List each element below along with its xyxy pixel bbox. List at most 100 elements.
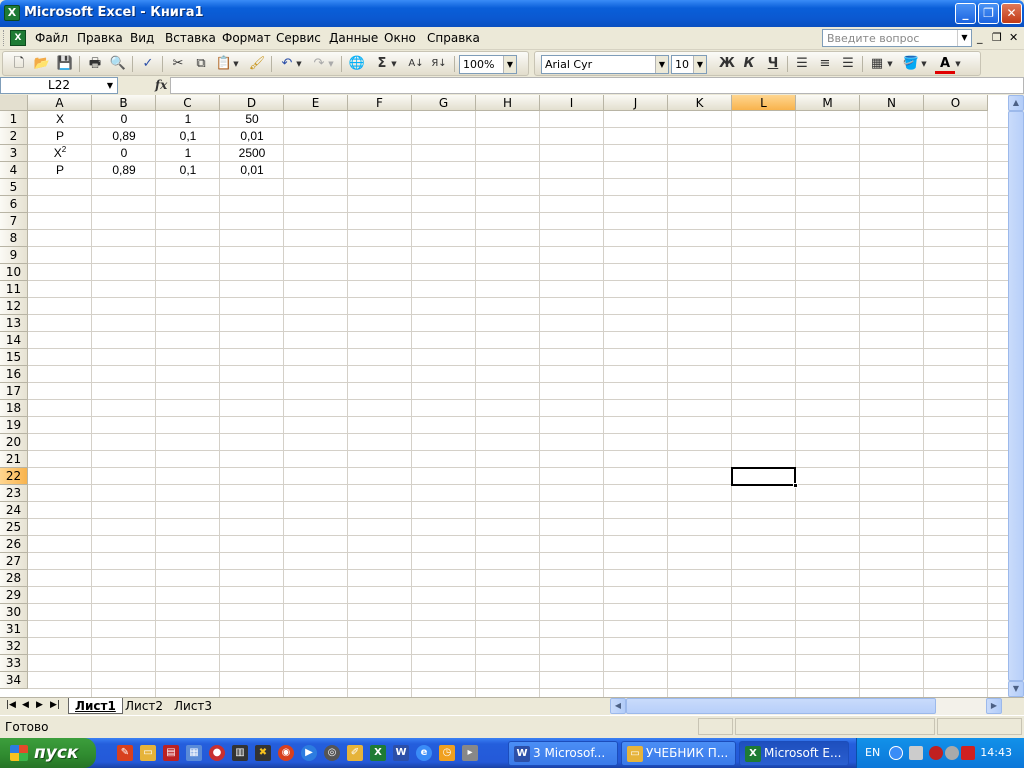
format-painter-icon[interactable]: 🖌 xyxy=(247,55,267,73)
tray-speaker-icon[interactable] xyxy=(945,746,959,760)
sheet-tab-1[interactable]: Лист1 xyxy=(68,698,123,714)
tray-bluetooth-icon[interactable] xyxy=(929,746,943,760)
menu-tools[interactable]: Сервис xyxy=(276,31,321,45)
active-cell-l22[interactable] xyxy=(731,467,798,488)
task-button-excel[interactable]: X Microsoft E... xyxy=(739,741,849,766)
next-sheet-icon[interactable]: ▶ xyxy=(36,700,43,710)
row-header-23[interactable]: 23 xyxy=(0,485,28,502)
scroll-right-icon[interactable]: ▶ xyxy=(986,698,1002,714)
copy-icon[interactable]: ⧉ xyxy=(191,55,211,73)
align-center-icon[interactable]: ≡ xyxy=(815,55,835,73)
menu-file[interactable]: Файл xyxy=(35,31,68,45)
redo-dropdown-icon[interactable]: ▼ xyxy=(326,55,336,73)
row-header-8[interactable]: 8 xyxy=(0,230,28,247)
minimize-button[interactable]: _ xyxy=(955,3,976,24)
column-header-k[interactable]: K xyxy=(668,95,732,111)
cell-b2[interactable]: 0,89 xyxy=(92,128,156,145)
scroll-left-icon[interactable]: ◀ xyxy=(610,698,626,714)
row-header-15[interactable]: 15 xyxy=(0,349,28,366)
cell-a1[interactable]: X xyxy=(28,111,92,128)
row-header-28[interactable]: 28 xyxy=(0,570,28,587)
column-header-o[interactable]: O xyxy=(924,95,988,111)
hyperlink-icon[interactable]: 🌐 xyxy=(347,55,367,73)
spreadsheet-grid[interactable]: A B C D E F G H I J K L M N O 1 2 3 4 5 6 7 8 9 10 11 12 13 14 15 16 17… xyxy=(0,95,1008,697)
row-header-29[interactable]: 29 xyxy=(0,587,28,604)
menu-insert[interactable]: Вставка xyxy=(165,31,216,45)
quicklaunch-pencil-icon[interactable]: ✎ xyxy=(117,745,133,761)
tray-antivirus-icon[interactable] xyxy=(961,746,975,760)
doc-restore-button[interactable]: ❐ xyxy=(992,31,1002,44)
column-header-g[interactable]: G xyxy=(412,95,476,111)
excel-app-icon[interactable]: X xyxy=(4,5,20,21)
column-header-e[interactable]: E xyxy=(284,95,348,111)
first-sheet-icon[interactable]: |◀ xyxy=(6,700,16,710)
row-header-10[interactable]: 10 xyxy=(0,264,28,281)
font-size-select[interactable]: 10 ▼ xyxy=(671,55,707,74)
font-color-dropdown-icon[interactable]: ▼ xyxy=(953,55,963,73)
row-header-12[interactable]: 12 xyxy=(0,298,28,315)
borders-icon[interactable]: ▦ xyxy=(867,55,887,73)
column-header-n[interactable]: N xyxy=(860,95,924,111)
autosum-dropdown-icon[interactable]: ▼ xyxy=(389,55,399,73)
cell-c4[interactable]: 0,1 xyxy=(156,162,220,179)
print-icon[interactable]: 🖶 xyxy=(85,55,105,73)
row-header-6[interactable]: 6 xyxy=(0,196,28,213)
restore-button[interactable]: ❐ xyxy=(978,3,999,24)
cell-d3[interactable]: 2500 xyxy=(220,145,284,162)
tray-network-icon[interactable] xyxy=(909,746,923,760)
column-header-a[interactable]: A xyxy=(28,95,92,111)
quicklaunch-ie-icon[interactable]: e xyxy=(416,745,432,761)
menu-view[interactable]: Вид xyxy=(130,31,154,45)
help-dropdown-arrow[interactable]: ▼ xyxy=(957,30,971,46)
close-button[interactable]: ✕ xyxy=(1001,3,1022,24)
language-indicator[interactable]: EN xyxy=(865,746,880,759)
row-header-31[interactable]: 31 xyxy=(0,621,28,638)
sort-ascending-icon[interactable]: A↓ xyxy=(406,55,426,73)
row-header-9[interactable]: 9 xyxy=(0,247,28,264)
cell-a2[interactable]: P xyxy=(28,128,92,145)
spelling-icon[interactable]: ✓ xyxy=(138,55,158,73)
menu-data[interactable]: Данные xyxy=(329,31,378,45)
quicklaunch-x-icon[interactable]: ✖ xyxy=(255,745,271,761)
row-header-4[interactable]: 4 xyxy=(0,162,28,179)
quicklaunch-browser-icon[interactable]: ◉ xyxy=(278,745,294,761)
font-dropdown-icon[interactable]: ▼ xyxy=(655,56,668,73)
horizontal-scrollbar[interactable]: ◀ ▶ xyxy=(610,698,1002,715)
row-header-14[interactable]: 14 xyxy=(0,332,28,349)
cut-icon[interactable]: ✂ xyxy=(168,55,188,73)
cell-d2[interactable]: 0,01 xyxy=(220,128,284,145)
zoom-dropdown-icon[interactable]: ▼ xyxy=(503,56,516,73)
cell-b3[interactable]: 0 xyxy=(92,145,156,162)
row-header-25[interactable]: 25 xyxy=(0,519,28,536)
cell-d1[interactable]: 50 xyxy=(220,111,284,128)
undo-dropdown-icon[interactable]: ▼ xyxy=(294,55,304,73)
row-header-30[interactable]: 30 xyxy=(0,604,28,621)
horizontal-scroll-thumb[interactable] xyxy=(626,698,936,714)
quicklaunch-media-icon[interactable]: ● xyxy=(209,745,225,761)
vertical-scrollbar[interactable]: ▲ ▼ xyxy=(1008,95,1024,697)
workbook-icon[interactable]: X xyxy=(10,30,26,46)
row-header-24[interactable]: 24 xyxy=(0,502,28,519)
row-header-20[interactable]: 20 xyxy=(0,434,28,451)
sheet-tab-3[interactable]: Лист3 xyxy=(168,698,218,714)
row-header-13[interactable]: 13 xyxy=(0,315,28,332)
font-size-dropdown-icon[interactable]: ▼ xyxy=(693,56,706,73)
scroll-down-icon[interactable]: ▼ xyxy=(1008,681,1024,697)
row-header-5[interactable]: 5 xyxy=(0,179,28,196)
quicklaunch-desktop-icon[interactable]: ▸ xyxy=(462,745,478,761)
column-header-h[interactable]: H xyxy=(476,95,540,111)
quicklaunch-app-icon[interactable]: ▤ xyxy=(163,745,179,761)
quicklaunch-word-icon[interactable]: W xyxy=(393,745,409,761)
quicklaunch-calc-icon[interactable]: ▦ xyxy=(186,745,202,761)
row-header-17[interactable]: 17 xyxy=(0,383,28,400)
formula-input[interactable] xyxy=(170,77,1024,94)
cell-a4[interactable]: P xyxy=(28,162,92,179)
cell-d4[interactable]: 0,01 xyxy=(220,162,284,179)
row-header-21[interactable]: 21 xyxy=(0,451,28,468)
menu-window[interactable]: Окно xyxy=(384,31,416,45)
row-header-26[interactable]: 26 xyxy=(0,536,28,553)
font-select[interactable]: Arial Cyr ▼ xyxy=(541,55,669,74)
doc-minimize-button[interactable]: _ xyxy=(977,31,983,44)
doc-close-button[interactable]: ✕ xyxy=(1009,31,1018,44)
name-box-dropdown-icon[interactable]: ▼ xyxy=(103,78,117,93)
